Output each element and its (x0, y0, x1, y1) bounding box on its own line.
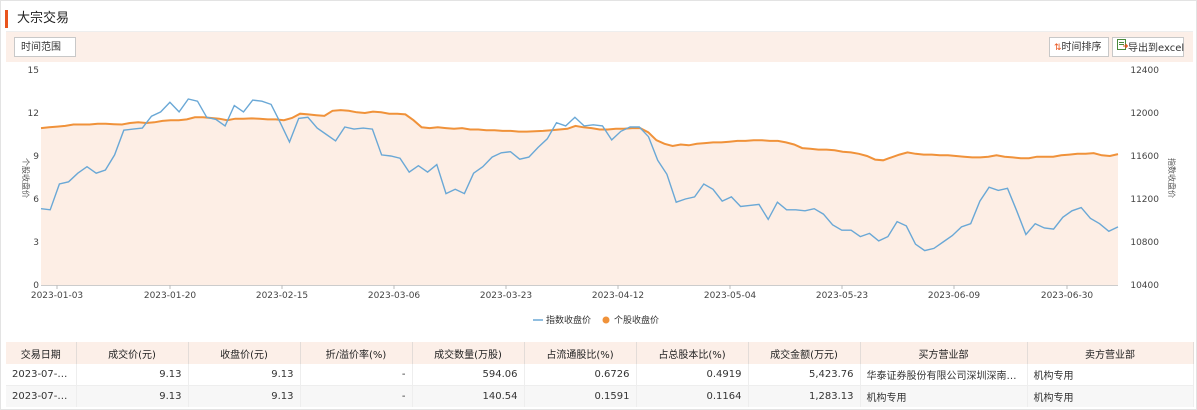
y-left-tick-label: 3 (33, 238, 39, 248)
x-tick-label: 2023-05-04 (704, 291, 757, 301)
cell-buyer[interactable]: 华泰证券股份有限公司深圳深南大... (860, 364, 1028, 386)
cell-seller[interactable]: 机构专用 (1027, 364, 1194, 386)
table-row: 2023-07-10 9.13 9.13 - 594.06 0.6726 0.4… (6, 364, 1194, 386)
cell-volume: 140.54 (412, 385, 525, 407)
block-trade-table: 交易日期 成交价(元) 收盘价(元) 折/溢价率(%) 成交数量(万股) 占流通… (6, 342, 1194, 407)
time-sort-label: 时间排序 (1061, 42, 1102, 53)
cell-trade-price: 9.13 (76, 385, 189, 407)
chart-toolbar: 时间范围 ⇅时间排序 导出到excel (6, 31, 1193, 62)
y-right-tick-label: 11600 (1130, 152, 1159, 162)
excel-export-icon (1117, 38, 1129, 58)
col-header[interactable]: 成交金额(万元) (748, 342, 861, 364)
col-header[interactable]: 折/溢价率(%) (300, 342, 413, 364)
y-right-tick-label: 11200 (1130, 195, 1159, 205)
cell-amount: 5,423.76 (748, 364, 861, 386)
chart-legend: 指数收盘价 个股收盘价 (1, 313, 1197, 327)
time-sort-button[interactable]: ⇅时间排序 (1049, 37, 1109, 57)
cell-total-ratio: 0.1164 (636, 385, 749, 407)
cell-close-price: 9.13 (188, 364, 301, 386)
cell-float-ratio: 0.6726 (524, 364, 637, 386)
col-header[interactable]: 占流通股比(%) (524, 342, 637, 364)
col-header[interactable]: 买方营业部 (860, 342, 1028, 364)
y-left-axis-title: 个股收盘价 (21, 158, 31, 198)
time-range-button[interactable]: 时间范围 (14, 37, 76, 57)
y-right-axis-title: 指数收盘价 (1167, 158, 1177, 198)
y-left-tick-label: 0 (33, 281, 39, 291)
cell-close-price: 9.13 (188, 385, 301, 407)
x-tick-label: 2023-03-06 (368, 291, 421, 301)
x-tick-label: 2023-01-03 (31, 291, 83, 301)
cell-date: 2023-07-10 (6, 364, 77, 386)
legend-svg: 指数收盘价 个股收盘价 (533, 314, 659, 326)
col-header[interactable]: 交易日期 (6, 342, 77, 364)
cell-amount: 1,283.13 (748, 385, 861, 407)
cell-float-ratio: 0.1591 (524, 385, 637, 407)
x-tick-label: 2023-06-09 (928, 291, 981, 301)
stock-area-fill (41, 110, 1118, 285)
legend-index-label: 指数收盘价 (546, 314, 591, 326)
cell-trade-price: 9.13 (76, 364, 189, 386)
cell-volume: 594.06 (412, 364, 525, 386)
x-tick-label: 2023-03-23 (480, 291, 532, 301)
cell-premium: - (300, 364, 413, 386)
col-header[interactable]: 卖方营业部 (1027, 342, 1194, 364)
cell-buyer[interactable]: 机构专用 (860, 385, 1028, 407)
export-excel-button[interactable]: 导出到excel (1112, 37, 1184, 57)
export-excel-label: 导出到excel (1128, 43, 1185, 54)
table-header-row: 交易日期 成交价(元) 收盘价(元) 折/溢价率(%) 成交数量(万股) 占流通… (6, 342, 1194, 364)
legend-stock-label: 个股收盘价 (614, 314, 659, 326)
price-chart: 0 3 6 9 12 15 10400 10800 11200 11600 12000 12400 20… (21, 66, 1177, 301)
cell-premium: - (300, 385, 413, 407)
legend-stock-swatch (602, 316, 610, 324)
col-header[interactable]: 成交数量(万股) (412, 342, 525, 364)
y-right-tick-label: 10400 (1130, 281, 1159, 291)
col-header[interactable]: 收盘价(元) (188, 342, 301, 364)
table-row: 2023-07-10 9.13 9.13 - 140.54 0.1591 0.1… (6, 385, 1194, 407)
block-trade-panel: 大宗交易 时间范围 ⇅时间排序 导出到excel 0 3 6 9 12 15 10400 10… (0, 0, 1197, 410)
x-tick-label: 2023-01-20 (144, 291, 197, 301)
cell-total-ratio: 0.4919 (636, 364, 749, 386)
y-right-tick-label: 10800 (1130, 238, 1159, 248)
y-right-tick-label: 12000 (1130, 109, 1159, 119)
col-header[interactable]: 成交价(元) (76, 342, 189, 364)
section-title: 大宗交易 (5, 10, 69, 28)
y-left-tick-label: 6 (33, 195, 39, 205)
y-left-tick-label: 9 (33, 152, 39, 162)
cell-seller[interactable]: 机构专用 (1027, 385, 1194, 407)
x-tick-label: 2023-02-15 (256, 291, 308, 301)
col-header[interactable]: 占总股本比(%) (636, 342, 749, 364)
x-tick-label: 2023-04-12 (592, 291, 644, 301)
y-left-tick-label: 15 (28, 66, 39, 76)
y-left-tick-label: 12 (28, 109, 39, 119)
x-tick-label: 2023-06-30 (1041, 291, 1094, 301)
x-tick-label: 2023-05-23 (816, 291, 868, 301)
y-right-tick-label: 12400 (1130, 66, 1159, 76)
cell-date: 2023-07-10 (6, 385, 77, 407)
sort-arrows-icon: ⇅ (1054, 43, 1062, 53)
